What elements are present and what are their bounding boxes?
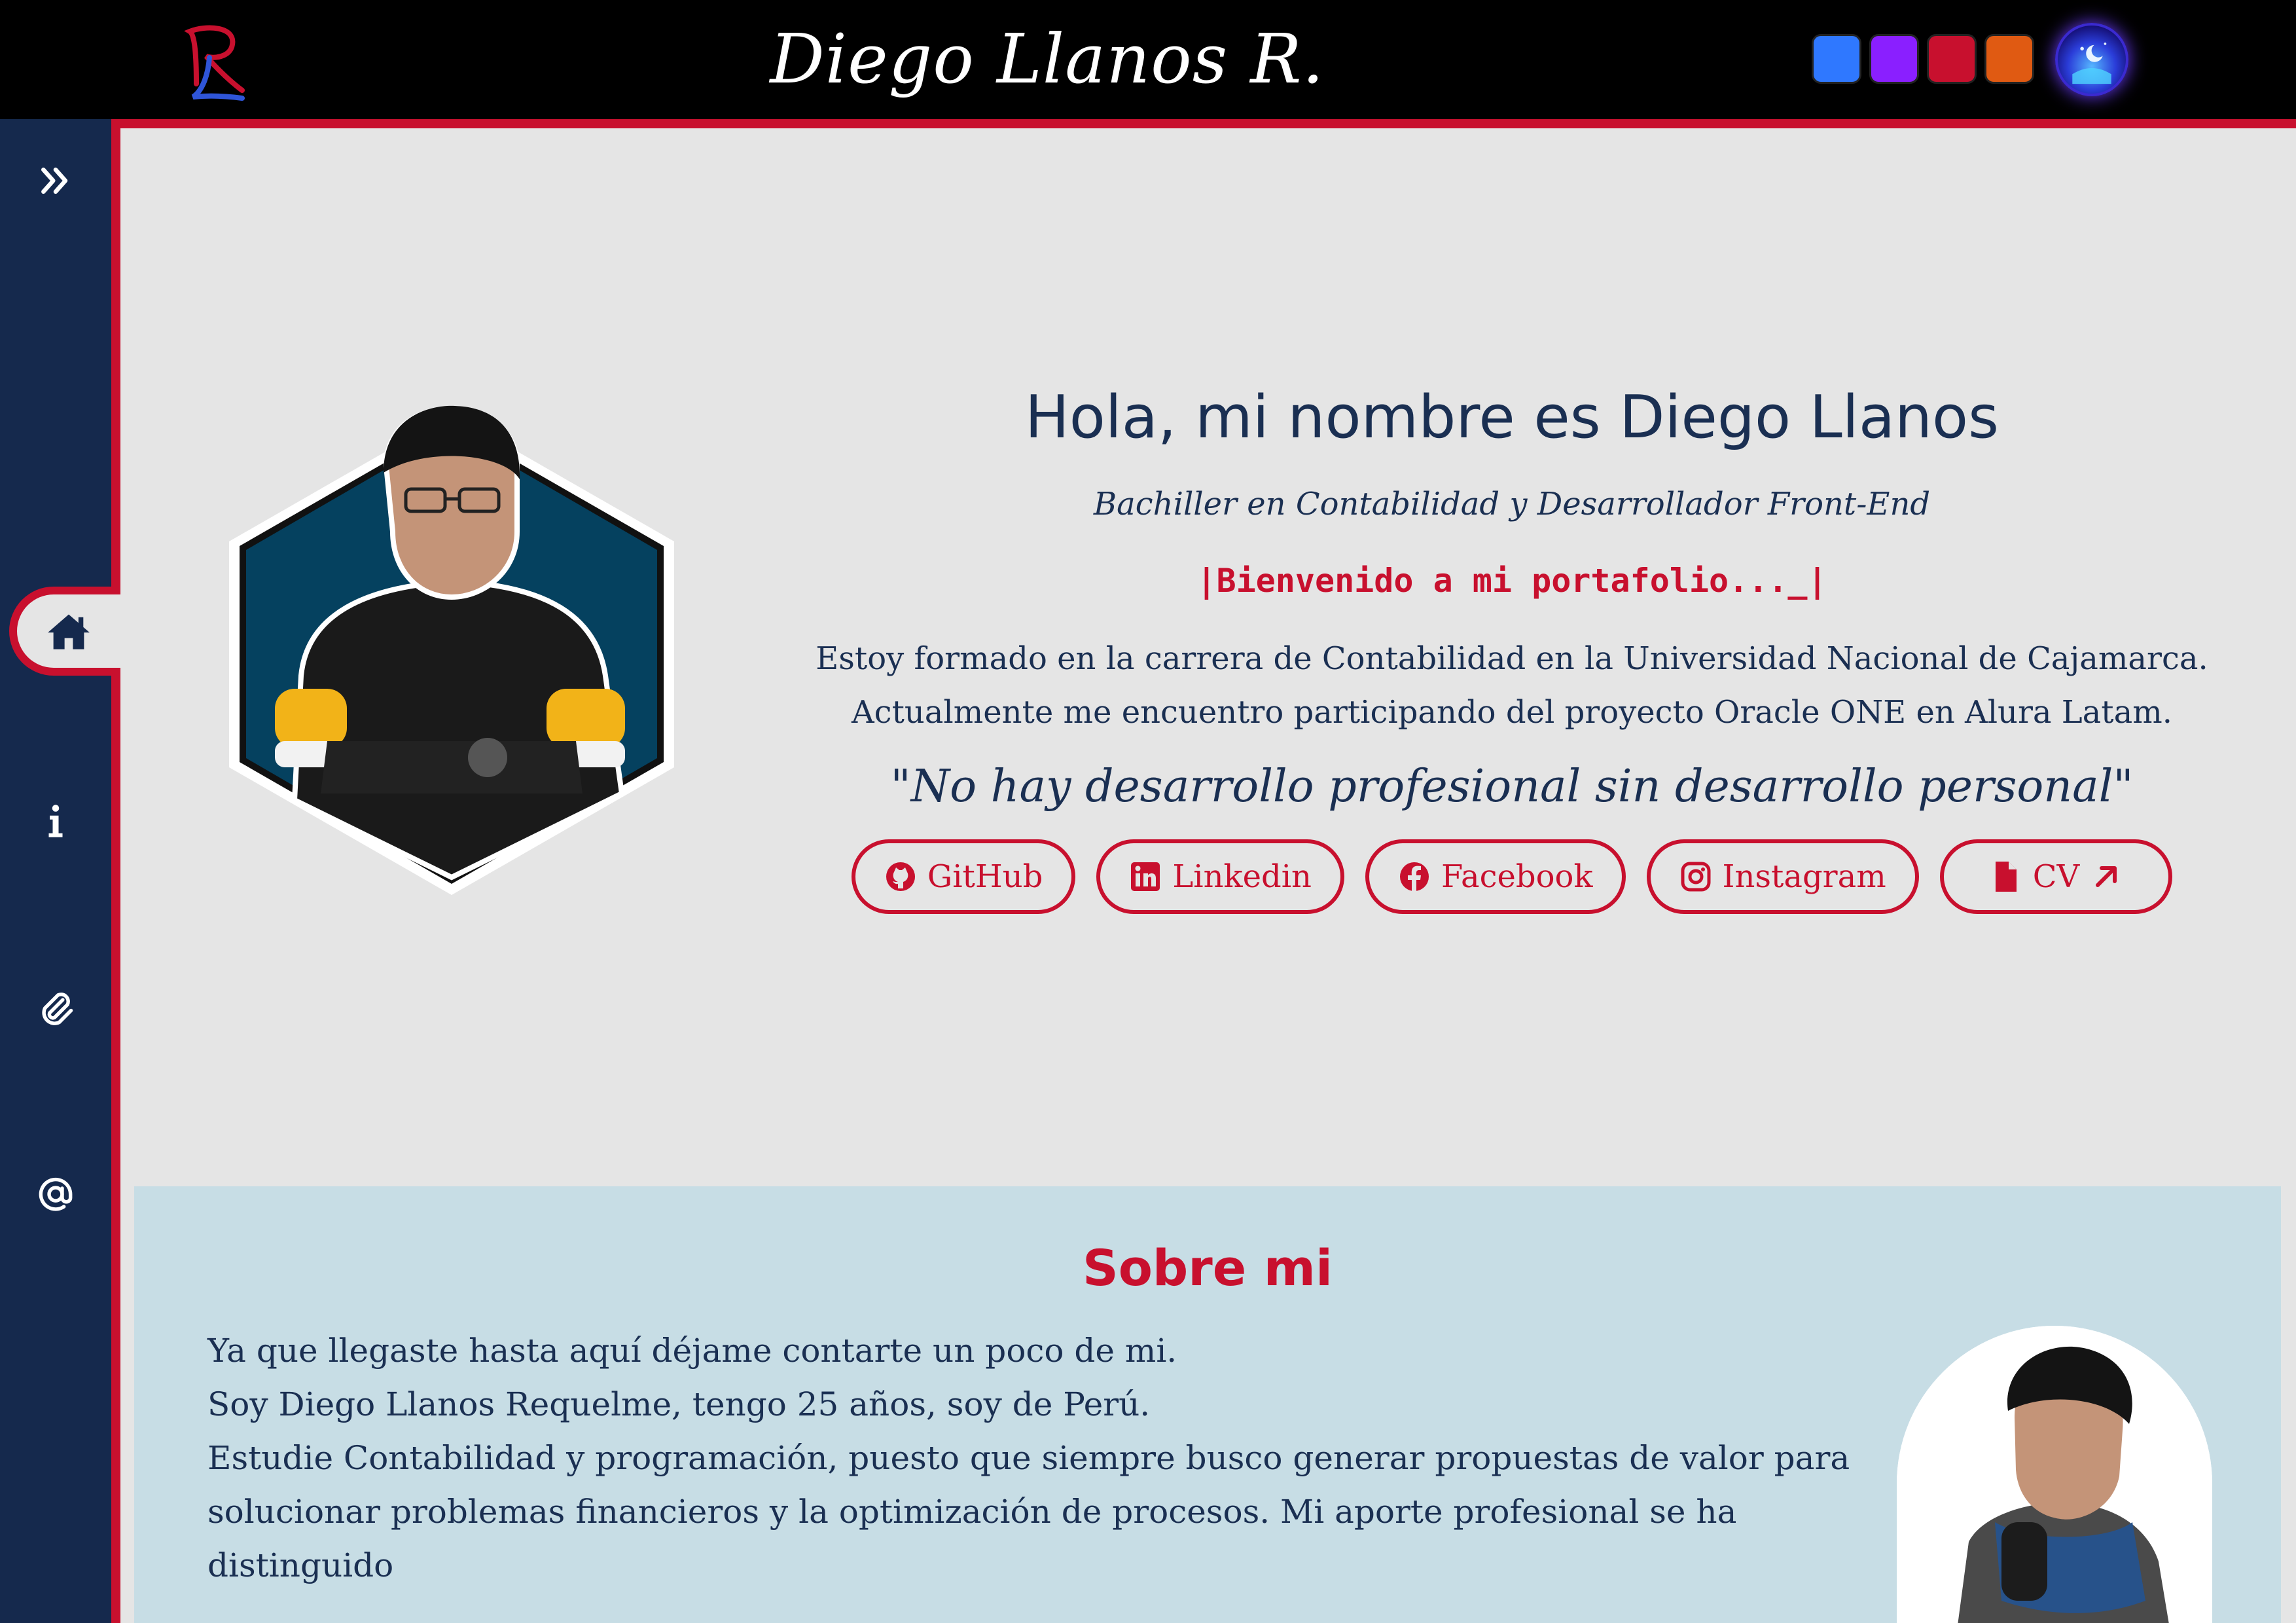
about-line: solucionar problemas financieros y la op…: [207, 1493, 1737, 1584]
theme-swatch-red[interactable]: [1927, 34, 1977, 84]
sidebar-item-home[interactable]: [9, 587, 120, 676]
theme-swatch-purple[interactable]: [1869, 34, 1919, 84]
instagram-button[interactable]: Instagram: [1646, 839, 1919, 914]
sidebar-nav: [0, 119, 111, 1623]
sidebar-accent-edge: [111, 119, 120, 1623]
github-button[interactable]: GitHub: [851, 839, 1076, 914]
sidebar-item-contact[interactable]: [29, 1168, 82, 1220]
about-line: Soy Diego Llanos Requelme, tengo 25 años…: [207, 1385, 1151, 1423]
about-text: Ya que llegaste hasta aquí déjame contar…: [207, 1324, 1922, 1592]
about-line: Estudie Contabilidad y programación, pue…: [207, 1439, 1850, 1477]
hero-description: Estoy formado en la carrera de Contabili…: [785, 632, 2238, 739]
about-section: Sobre mi Ya que llegaste hasta aquí déja…: [134, 1186, 2281, 1623]
facebook-icon: [1399, 862, 1429, 891]
top-header: Diego Llanos R.: [0, 0, 2296, 119]
linkedin-icon: [1131, 862, 1160, 891]
paperclip-icon: [42, 993, 73, 1025]
hero-title: Hola, mi nombre es Diego Llanos: [1025, 383, 1999, 452]
github-icon: [886, 862, 915, 891]
instagram-icon: [1681, 862, 1711, 892]
double-chevron-right-icon: [41, 167, 68, 194]
site-title[interactable]: Diego Llanos R.: [655, 7, 1440, 111]
instagram-label: Instagram: [1722, 858, 1886, 895]
info-icon: [48, 805, 63, 837]
github-label: GitHub: [927, 858, 1043, 895]
sidebar-item-projects[interactable]: [29, 981, 82, 1033]
about-line: Ya que llegaste hasta aquí déjame contar…: [207, 1332, 1177, 1370]
profile-photo: [229, 405, 674, 895]
at-sign-icon: [39, 1177, 73, 1211]
cv-button[interactable]: CV: [1939, 839, 2173, 914]
home-icon: [48, 614, 90, 649]
linkedin-label: Linkedin: [1172, 858, 1312, 895]
theme-swatches: [1812, 34, 2034, 84]
site-logo[interactable]: [177, 18, 255, 103]
external-link-arrow-icon: [2096, 866, 2117, 887]
hero-quote: "No hay desarrollo profesional sin desar…: [890, 761, 2134, 812]
file-icon: [1995, 862, 2017, 892]
theme-swatch-orange[interactable]: [1984, 34, 2034, 84]
hero-description-line: Estoy formado en la carrera de Contabili…: [816, 640, 2208, 677]
about-photo: [1897, 1326, 2212, 1623]
theme-swatch-blue[interactable]: [1812, 34, 1861, 84]
hero-subtitle: Bachiller en Contabilidad y Desarrollado…: [1093, 486, 1931, 522]
header-accent-line: [111, 119, 2296, 128]
moon-icon: [2072, 43, 2111, 84]
social-links: GitHub Linkedin Facebook Instagram CV: [785, 839, 2238, 914]
dark-mode-toggle[interactable]: [2055, 23, 2128, 96]
facebook-label: Facebook: [1441, 858, 1593, 895]
about-photo-image: [1897, 1326, 2212, 1623]
about-title: Sobre mi: [1082, 1239, 1333, 1297]
linkedin-button[interactable]: Linkedin: [1096, 839, 1344, 914]
sidebar-expand-button[interactable]: [29, 155, 82, 207]
hero-typing-text: |Bienvenido a mi portafolio..._|: [1196, 562, 1827, 600]
hero-description-line: Actualmente me encuentro participando de…: [852, 694, 2172, 731]
facebook-button[interactable]: Facebook: [1365, 839, 1626, 914]
sidebar-item-about[interactable]: [29, 795, 82, 847]
cv-label: CV: [2032, 858, 2080, 895]
